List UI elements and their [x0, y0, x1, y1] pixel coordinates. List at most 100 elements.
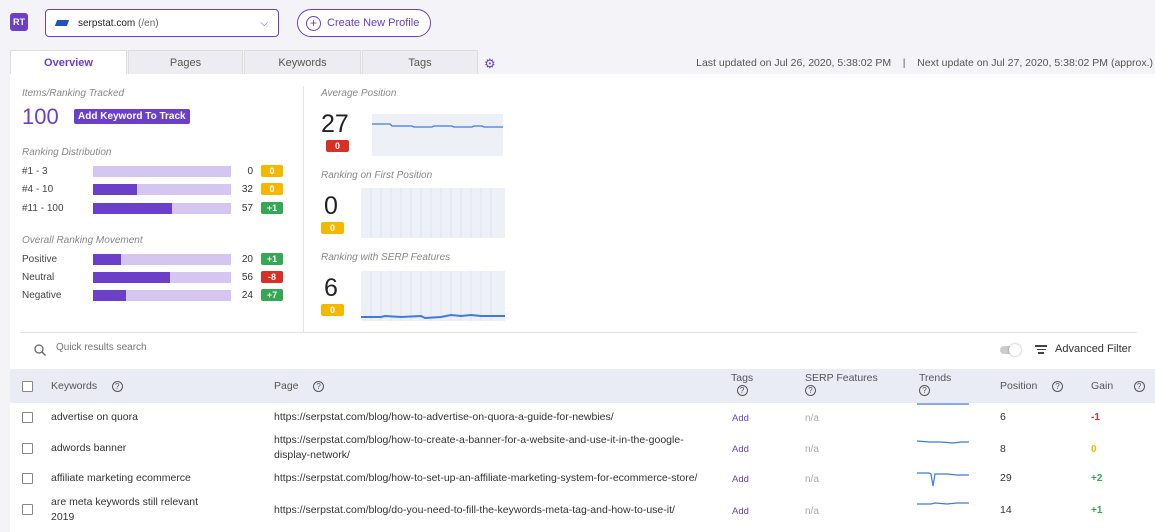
select-all-checkbox[interactable] — [22, 381, 33, 392]
help-icon[interactable]: ? — [1133, 381, 1145, 392]
average-position-label: Average Position — [321, 88, 397, 99]
gain-header-label: Gain — [1091, 380, 1114, 392]
items-tracked-label: Items/Ranking Tracked — [22, 88, 125, 99]
tab-keywords[interactable]: Keywords — [244, 50, 361, 74]
movement-bar-fill — [93, 271, 171, 283]
distribution-bar — [93, 202, 231, 214]
trends-header-label: Trends — [919, 372, 952, 384]
gain-cell: 0 — [1091, 444, 1097, 455]
help-icon[interactable]: ? — [736, 385, 748, 396]
gain-cell: -1 — [1091, 412, 1100, 423]
movement-bar-fill — [93, 253, 121, 265]
position-cell: 6 — [1000, 411, 1006, 423]
keyword-cell: adwords banner — [51, 442, 127, 454]
advanced-filter-button[interactable]: Advanced Filter — [1055, 343, 1131, 355]
view-toggle[interactable] — [1000, 344, 1021, 356]
ranking-movement-label: Overall Ranking Movement — [22, 235, 143, 246]
tab-pages[interactable]: Pages — [128, 50, 243, 74]
distribution-count: 57 — [241, 202, 253, 214]
position-header-label: Position — [1000, 380, 1038, 392]
serp-features-label: Ranking with SERP Features — [321, 252, 451, 263]
distribution-change-badge: +1 — [261, 202, 283, 214]
serp-features-badge: 0 — [321, 304, 344, 316]
serp-features-sparkline — [361, 271, 505, 321]
movement-count: 56 — [241, 271, 253, 283]
movement-name: Neutral — [22, 271, 55, 283]
row-checkbox[interactable] — [22, 504, 33, 515]
page-url-cell[interactable]: https://serpstat.com/blog/do-you-need-to… — [274, 503, 719, 518]
keyword-cell: advertise on quora — [51, 411, 138, 423]
add-tag-link[interactable]: Add — [732, 472, 749, 487]
distribution-bar-fill — [93, 202, 172, 214]
search-icon — [34, 344, 46, 356]
position-cell: 8 — [1000, 443, 1006, 455]
distribution-change-badge: 0 — [261, 165, 283, 177]
help-icon[interactable]: ? — [111, 381, 123, 392]
distribution-row: #1 - 3 0 0 — [22, 164, 292, 178]
movement-bar — [93, 289, 231, 301]
movement-change-badge: +7 — [261, 289, 283, 301]
distribution-name: #1 - 3 — [22, 165, 48, 177]
average-position-sparkline — [372, 114, 503, 156]
position-cell: 14 — [1000, 504, 1012, 516]
row-checkbox[interactable] — [22, 412, 33, 423]
trends-column-header[interactable]: Trends? — [919, 372, 951, 396]
help-icon[interactable]: ? — [919, 385, 930, 396]
gain-column-header[interactable]: Gain ? — [1091, 380, 1145, 392]
filter-icon[interactable] — [1035, 345, 1047, 356]
add-keyword-button[interactable]: Add Keyword To Track — [74, 109, 190, 124]
page-url-cell[interactable]: https://serpstat.com/blog/how-to-set-up-… — [274, 471, 719, 486]
overview-panel: Items/Ranking Tracked 100 Add Keyword To… — [10, 74, 1155, 532]
distribution-bar — [93, 165, 231, 177]
table-row[interactable]: advertise on quora https://serpstat.com/… — [10, 403, 1155, 432]
tab-overview[interactable]: Overview — [10, 50, 127, 75]
profile-select[interactable]: serpstat.com (/en) ⌵ — [45, 9, 279, 37]
tags-header-label: Tags — [731, 372, 754, 384]
movement-name: Positive — [22, 253, 58, 265]
page-url-cell[interactable]: https://serpstat.com/blog/how-to-adverti… — [274, 410, 714, 425]
last-updated: Last updated on Jul 26, 2020, 5:38:02 PM — [696, 57, 892, 69]
table-row[interactable]: adwords banner https://serpstat.com/blog… — [10, 433, 1155, 465]
gear-icon[interactable]: ⚙ — [484, 56, 496, 72]
help-icon[interactable]: ? — [313, 381, 325, 392]
gain-cell: +2 — [1091, 473, 1103, 484]
create-profile-button[interactable]: + Create New Profile — [297, 9, 431, 37]
ranking-distribution-label: Ranking Distribution — [22, 147, 112, 158]
gain-cell: +1 — [1091, 505, 1103, 516]
position-column-header[interactable]: Position ? — [1000, 380, 1063, 392]
table-header: Keywords ? Page ? Tags? SERP Features? T… — [10, 369, 1155, 403]
help-icon[interactable]: ? — [805, 385, 816, 396]
help-icon[interactable]: ? — [1051, 381, 1063, 392]
page-url-cell[interactable]: https://serpstat.com/blog/how-to-create-… — [274, 433, 719, 463]
add-tag-link[interactable]: Add — [732, 504, 749, 519]
position-cell: 29 — [1000, 472, 1012, 484]
serp-features-cell: n/a — [805, 413, 819, 424]
trend-sparkline — [917, 502, 969, 505]
movement-row: Positive 20 +1 — [22, 252, 292, 266]
average-position-value: 27 — [321, 110, 349, 138]
movement-bar — [93, 253, 231, 265]
tags-column-header[interactable]: Tags? — [731, 372, 753, 396]
chevron-down-icon: ⌵ — [260, 17, 268, 29]
distribution-row: #11 - 100 57 +1 — [22, 201, 292, 215]
add-tag-link[interactable]: Add — [732, 442, 749, 457]
profile-select-label: serpstat.com (/en) — [78, 17, 159, 29]
app-logo[interactable]: RT — [10, 13, 28, 31]
add-tag-link[interactable]: Add — [732, 411, 749, 426]
page-column-header[interactable]: Page ? — [274, 380, 325, 392]
row-checkbox[interactable] — [22, 443, 33, 454]
keywords-column-header[interactable]: Keywords ? — [51, 380, 123, 392]
plus-icon: + — [306, 15, 321, 31]
row-checkbox[interactable] — [22, 473, 33, 484]
trend-sparkline — [917, 440, 969, 444]
section-divider — [20, 332, 1137, 333]
quick-search-input[interactable] — [56, 342, 456, 353]
distribution-bar-fill — [93, 183, 138, 195]
first-position-sparkline — [361, 188, 505, 238]
keyword-cell: are meta keywords still relevant 2019 — [51, 496, 199, 523]
tab-tags[interactable]: Tags — [362, 50, 478, 74]
trend-sparkline — [917, 472, 969, 487]
serp-column-header[interactable]: SERP Features? — [805, 372, 878, 396]
table-row[interactable]: are meta keywords still relevant 2019 ht… — [10, 495, 1155, 527]
table-row[interactable]: affiliate marketing ecommerce https://se… — [10, 471, 1155, 493]
